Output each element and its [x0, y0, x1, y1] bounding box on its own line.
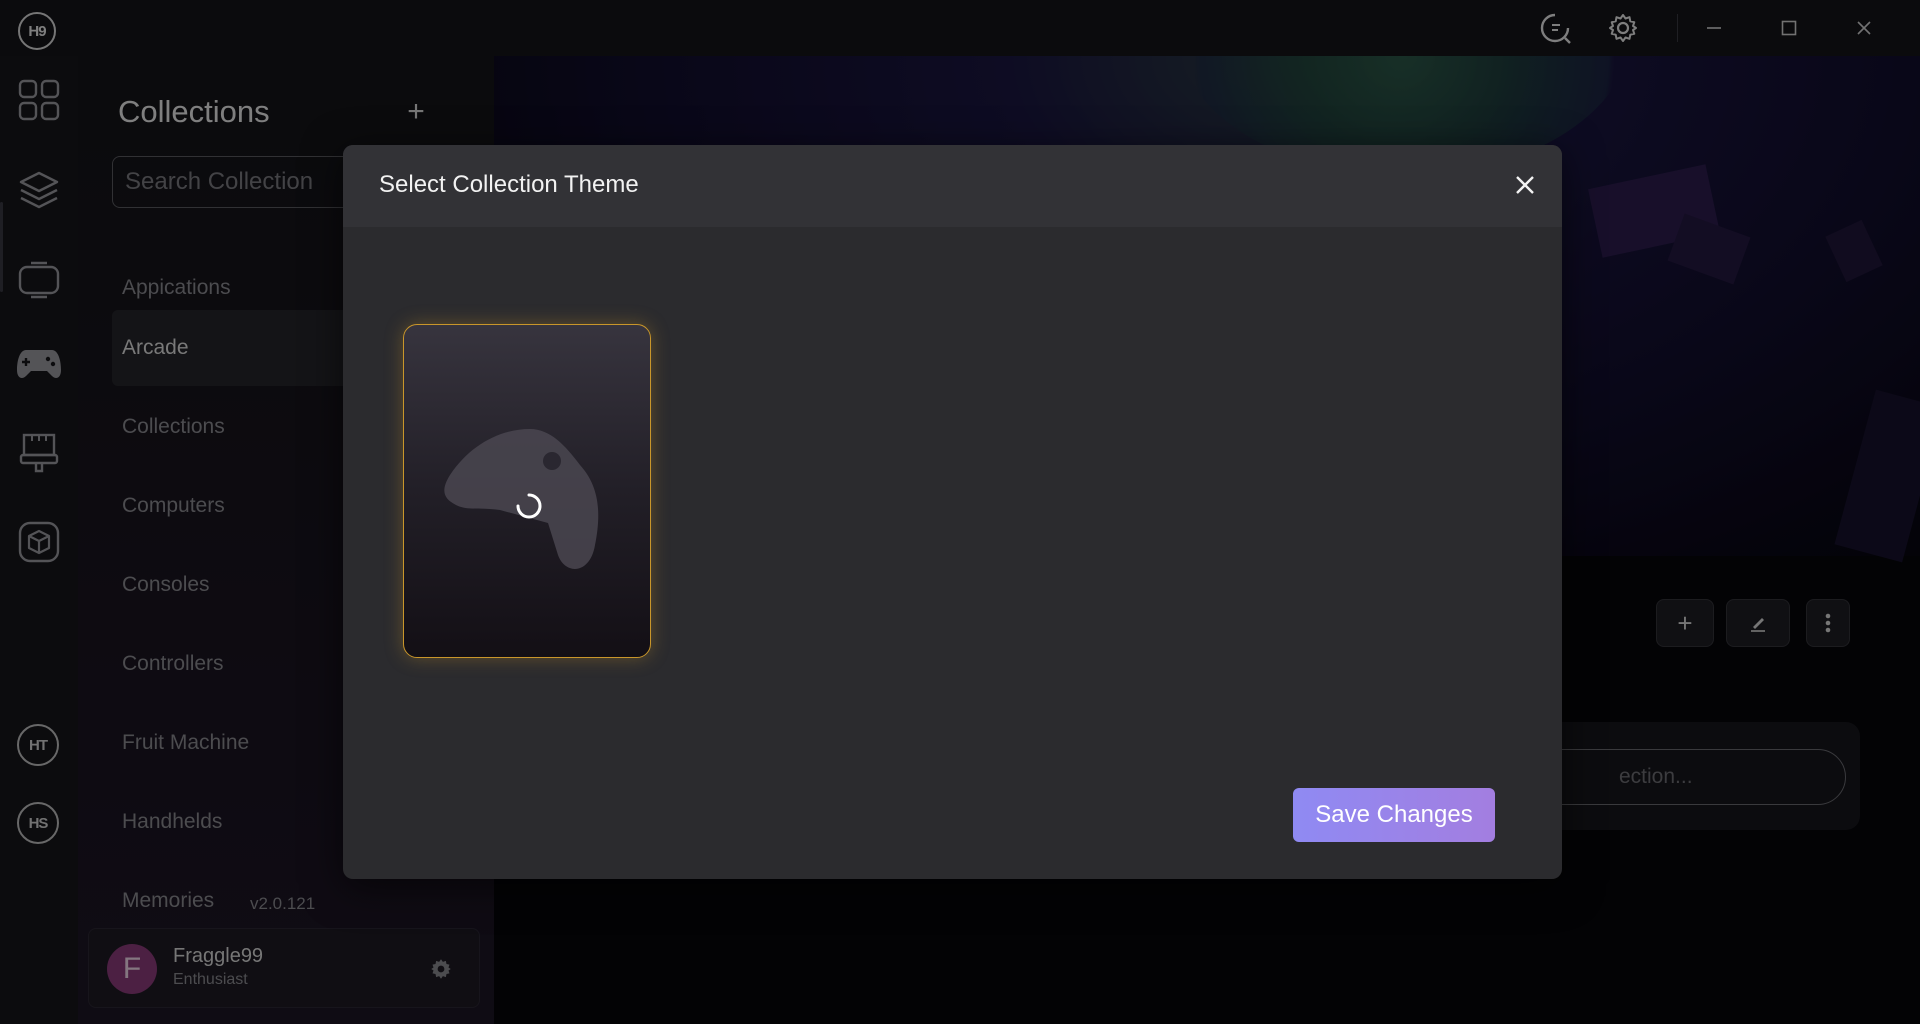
close-icon [1516, 176, 1534, 194]
modal-title: Select Collection Theme [379, 171, 639, 198]
theme-card[interactable] [403, 324, 651, 658]
modal-close-button[interactable] [1505, 165, 1545, 205]
loading-spinner-icon [516, 493, 542, 519]
modal-header: Select Collection Theme [343, 145, 1562, 227]
select-theme-modal: Select Collection Theme Save Changes [343, 145, 1562, 879]
save-changes-button[interactable]: Save Changes [1293, 788, 1495, 842]
